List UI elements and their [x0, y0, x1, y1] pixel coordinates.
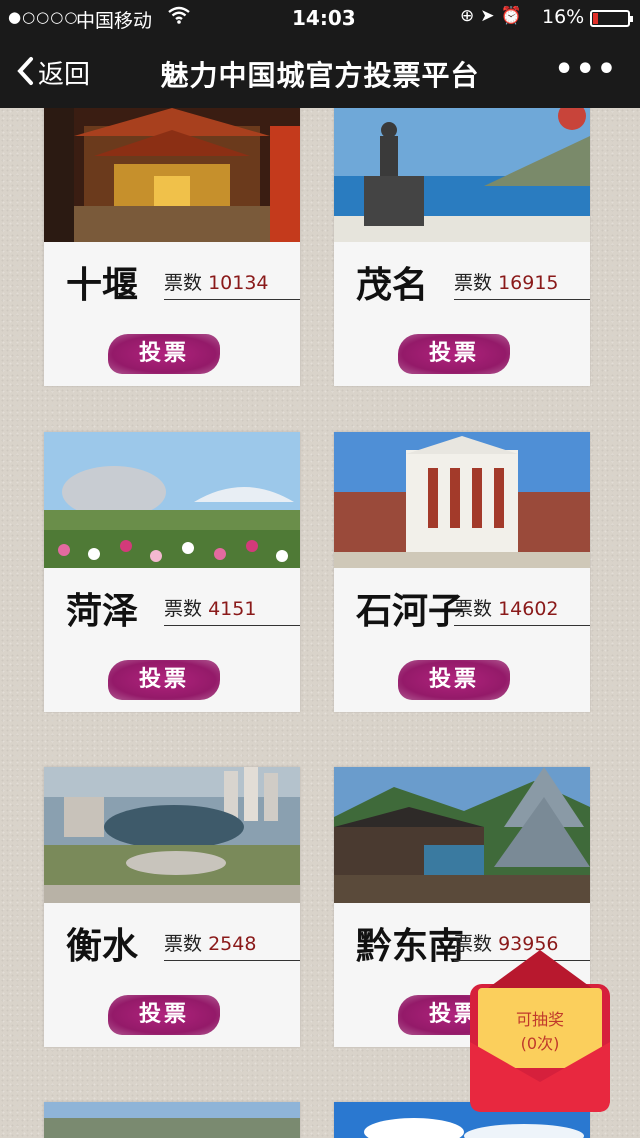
- city-photo: [44, 108, 300, 242]
- city-photo: [334, 767, 590, 903]
- more-menu-button[interactable]: •••: [554, 52, 618, 87]
- city-name: 菏泽: [66, 591, 139, 632]
- city-card: 石河子 票数 14602 投票: [334, 432, 590, 712]
- alarm-clock-icon: ⏰: [500, 6, 528, 26]
- vote-count: 票数 2548: [164, 929, 300, 961]
- vote-count-label: 票数: [164, 272, 203, 294]
- city-card: 十堰 票数 10134 投票: [44, 108, 300, 386]
- city-name: 石河子: [356, 591, 465, 632]
- city-name: 衡水: [66, 926, 139, 967]
- rotation-lock-icon: ⊕: [460, 6, 481, 26]
- vote-button[interactable]: 投票: [108, 334, 220, 374]
- city-card: 衡水 票数 2548 投票: [44, 767, 300, 1047]
- city-photo: [44, 1102, 300, 1138]
- vote-count: 票数 14602: [454, 594, 590, 626]
- vote-count-label: 票数: [164, 933, 203, 955]
- city-card: [44, 1102, 300, 1138]
- vote-count: 票数 10134: [164, 268, 300, 300]
- status-bar: ●○○○○ 中国移动 14:03 ⊕➤⏰ 16%: [0, 0, 640, 36]
- wifi-icon: [168, 5, 190, 30]
- city-photo: [334, 108, 590, 242]
- lottery-count: (0次): [520, 1034, 560, 1053]
- vote-count-label: 票数: [454, 272, 493, 294]
- vote-count-value: 2548: [208, 933, 257, 955]
- vote-count-label: 票数: [454, 598, 493, 620]
- battery-icon: [590, 10, 633, 27]
- vote-button[interactable]: 投票: [398, 660, 510, 700]
- vote-count: 票数 4151: [164, 594, 300, 626]
- page-title: 魅力中国城官方投票平台: [160, 59, 480, 92]
- city-photo: [44, 432, 300, 568]
- vote-count-value: 16915: [498, 272, 559, 294]
- clock-time: 14:03: [292, 6, 356, 30]
- city-card: 菏泽 票数 4151 投票: [44, 432, 300, 712]
- more-dots-icon: •••: [554, 52, 618, 87]
- city-name: 黔东南: [356, 926, 465, 967]
- vote-count: 票数 16915: [454, 268, 590, 300]
- city-card: 茂名 票数 16915 投票: [334, 108, 590, 386]
- city-photo: [334, 432, 590, 568]
- vote-button[interactable]: 投票: [108, 995, 220, 1035]
- vote-button[interactable]: 投票: [398, 334, 510, 374]
- vote-count-value: 10134: [208, 272, 269, 294]
- city-name: 茂名: [356, 265, 429, 306]
- battery-percent: 16%: [542, 6, 585, 28]
- nav-bar: 返回 魅力中国城官方投票平台 •••: [0, 36, 640, 108]
- battery-level-fill: [593, 13, 598, 24]
- vote-button[interactable]: 投票: [108, 660, 220, 700]
- vote-count-label: 票数: [164, 598, 203, 620]
- vote-count-value: 4151: [208, 598, 257, 620]
- lottery-label: 可抽奖: [515, 1010, 564, 1029]
- vote-count-value: 14602: [498, 598, 559, 620]
- lottery-red-envelope[interactable]: 可抽奖 (0次): [470, 950, 610, 1114]
- city-photo: [44, 767, 300, 903]
- carrier-name: 中国移动: [76, 10, 153, 32]
- location-arrow-icon: ➤: [480, 6, 501, 26]
- signal-strength-icon: ●○○○○: [8, 8, 79, 26]
- city-name: 十堰: [66, 265, 139, 306]
